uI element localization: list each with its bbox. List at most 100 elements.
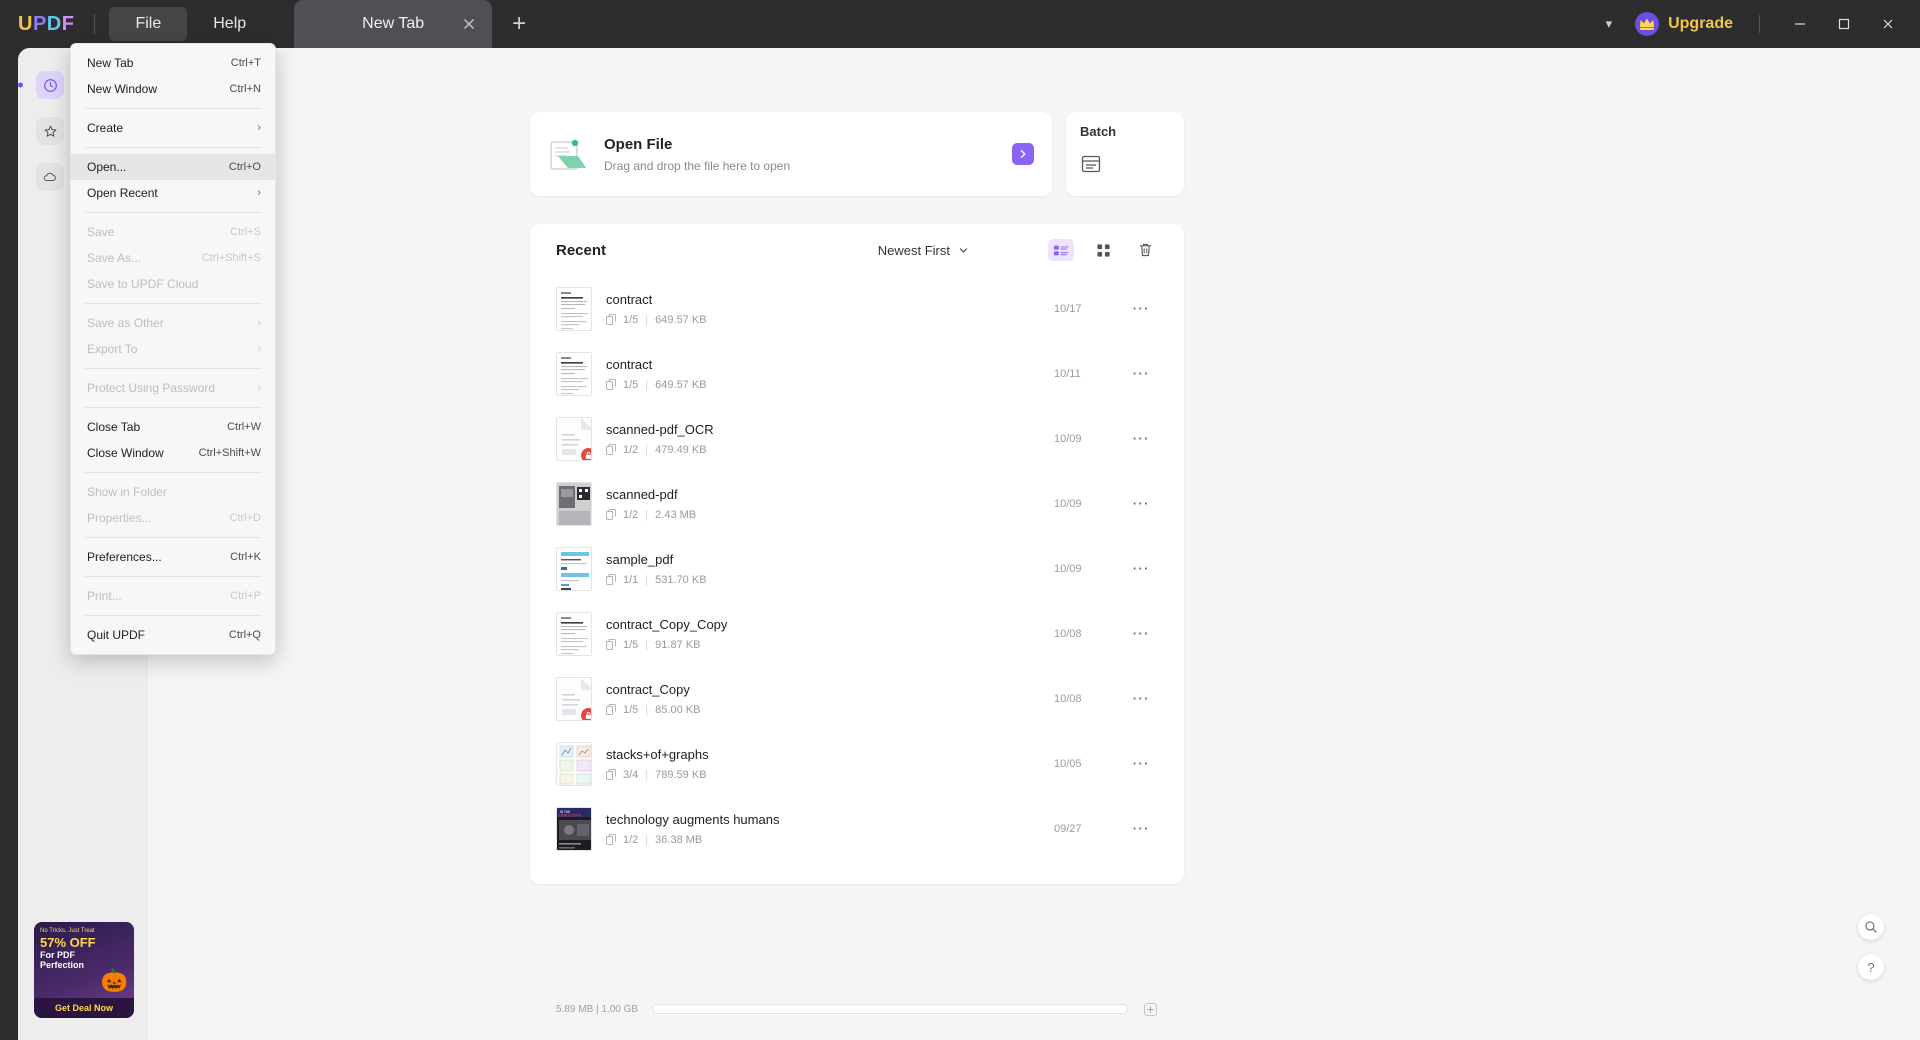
table-row[interactable]: contract 1/5 | 649.57 KB 10/17 ⋯	[556, 276, 1158, 341]
menu-item-label: Quit UPDF	[87, 628, 146, 642]
chevron-right-icon[interactable]	[1012, 143, 1034, 165]
active-indicator	[18, 82, 23, 88]
file-pages: 1/2	[623, 508, 639, 521]
more-options-icon[interactable]: ⋯	[1124, 559, 1158, 579]
file-pages: 1/2	[623, 443, 639, 456]
file-pages: 1/5	[623, 638, 639, 651]
file-size: 531.70 KB	[655, 573, 707, 586]
pages-icon	[606, 769, 616, 780]
upgrade-button[interactable]: Upgrade	[1634, 11, 1741, 37]
help-icon[interactable]: ?	[1858, 954, 1884, 980]
more-options-icon[interactable]: ⋯	[1124, 689, 1158, 709]
menu-item-open-recent[interactable]: Open Recent ›	[71, 180, 275, 206]
floating-action-buttons: ?	[1858, 914, 1884, 980]
menu-item-shortcut: Ctrl+O	[228, 161, 261, 173]
more-options-icon[interactable]: ⋯	[1124, 429, 1158, 449]
new-tab-button[interactable]: +	[512, 12, 526, 36]
promo-line3: For PDF	[40, 949, 75, 960]
file-meta: 1/1 | 531.70 KB	[606, 574, 707, 586]
open-file-card[interactable]: Open File Drag and drop the file here to…	[530, 112, 1052, 196]
lock-icon	[580, 446, 591, 460]
title-bar: UPDF File Help New Tab + ▾ Upgrade	[0, 0, 1920, 48]
menu-item-label: Save As...	[87, 251, 142, 265]
batch-card[interactable]: Batch	[1066, 112, 1184, 196]
menu-help[interactable]: Help	[187, 7, 272, 41]
sort-dropdown[interactable]: Newest First	[878, 243, 968, 258]
logo-letter-p: P	[32, 12, 47, 35]
file-name: sample_pdf	[606, 551, 674, 567]
menu-item-close-window[interactable]: Close Window Ctrl+Shift+W	[71, 440, 275, 466]
table-row[interactable]: contract_Copy_Copy 1/5 | 91.87 KB 10/08 ⋯	[556, 601, 1158, 666]
file-meta: 1/5 | 85.00 KB	[606, 704, 700, 716]
pumpkin-icon: 🎃	[100, 968, 128, 993]
menu-item-print: Print... Ctrl+P	[71, 583, 275, 609]
close-icon[interactable]	[1866, 9, 1910, 39]
file-name: scanned-pdf_OCR	[606, 421, 714, 437]
storage-progress-bar	[652, 1004, 1128, 1014]
file-size: 649.57 KB	[655, 378, 707, 391]
menu-item-create[interactable]: Create ›	[71, 115, 275, 141]
logo-letter-f: F	[61, 12, 75, 35]
menu-item-preferences[interactable]: Preferences... Ctrl+K	[71, 544, 275, 570]
promo-banner[interactable]: No Tricks, Just Treat 57% OFF For PDF Pe…	[34, 922, 134, 1018]
more-options-icon[interactable]: ⋯	[1124, 299, 1158, 319]
minimize-icon[interactable]	[1778, 9, 1822, 39]
menu-item-label: Save	[87, 225, 115, 239]
table-row[interactable]: IN THE DEADLOCKS technology augments human…	[556, 796, 1158, 861]
search-icon[interactable]	[1858, 914, 1884, 940]
menu-item-label: Close Window	[87, 446, 164, 460]
plus-icon[interactable]	[1142, 1001, 1158, 1017]
file-meta: 1/5 | 91.87 KB	[606, 639, 727, 651]
storage-footer: 5.89 MB | 1.00 GB	[530, 996, 1184, 1022]
menu-separator	[85, 407, 261, 408]
table-row[interactable]: sample_pdf 1/1 | 531.70 KB 10/09 ⋯	[556, 536, 1158, 601]
file-pages: 1/5	[623, 703, 639, 716]
tab-new-tab[interactable]: New Tab	[294, 0, 493, 48]
file-date: 10/09	[1054, 497, 1082, 510]
menu-file[interactable]: File	[109, 7, 188, 41]
file-date: 09/27	[1054, 822, 1082, 835]
more-options-icon[interactable]: ⋯	[1124, 494, 1158, 514]
grid-view-icon[interactable]	[1090, 239, 1116, 261]
menu-item-open[interactable]: Open... Ctrl+O	[71, 154, 275, 180]
menu-item-shortcut: Ctrl+W	[227, 421, 261, 433]
menu-item-new-tab[interactable]: New Tab Ctrl+T	[71, 50, 275, 76]
close-icon[interactable]	[460, 15, 478, 33]
clock-icon	[36, 71, 64, 99]
menu-item-label: Save to UPDF Cloud	[87, 277, 199, 291]
file-thumbnail	[556, 676, 592, 721]
pages-icon	[606, 639, 616, 650]
table-row[interactable]: scanned-pdf 1/2 | 2.43 MB 10/09 ⋯	[556, 471, 1158, 536]
file-date: 10/09	[1054, 432, 1082, 445]
list-view-icon[interactable]	[1048, 239, 1074, 261]
file-thumbnail: IN THE DEADLOCKS	[556, 806, 592, 851]
upgrade-label: Upgrade	[1668, 15, 1733, 32]
pages-icon	[606, 704, 616, 715]
table-row[interactable]: contract 1/5 | 649.57 KB 10/11 ⋯	[556, 341, 1158, 406]
menu-item-new-window[interactable]: New Window Ctrl+N	[71, 76, 275, 102]
file-meta: 1/5 | 649.57 KB	[606, 314, 707, 326]
menu-separator	[85, 108, 261, 109]
more-options-icon[interactable]: ⋯	[1124, 754, 1158, 774]
trash-icon[interactable]	[1132, 239, 1158, 261]
table-row[interactable]: scanned-pdf_OCR 1/2 | 479.49 KB 10/09 ⋯	[556, 406, 1158, 471]
more-options-icon[interactable]: ⋯	[1124, 624, 1158, 644]
menu-item-label: Protect Using Password	[87, 381, 216, 395]
table-row[interactable]: stacks+of+graphs 3/4 | 789.59 KB 10/05 ⋯	[556, 731, 1158, 796]
more-options-icon[interactable]: ⋯	[1124, 364, 1158, 384]
menu-item-quit-updf[interactable]: Quit UPDF Ctrl+Q	[71, 622, 275, 648]
lock-icon	[580, 706, 591, 720]
chevron-down-icon[interactable]: ▾	[1584, 16, 1635, 32]
maximize-icon[interactable]	[1822, 9, 1866, 39]
divider	[1759, 15, 1760, 33]
more-options-icon[interactable]: ⋯	[1124, 819, 1158, 839]
table-row[interactable]: contract_Copy 1/5 | 85.00 KB 10/08 ⋯	[556, 666, 1158, 731]
menu-item-save-to-updf-cloud: Save to UPDF Cloud	[71, 271, 275, 297]
file-size: 2.43 MB	[655, 508, 697, 521]
menu-item-label: Properties...	[87, 511, 152, 525]
promo-cta-button[interactable]: Get Deal Now	[34, 998, 134, 1018]
menu-item-close-tab[interactable]: Close Tab Ctrl+W	[71, 414, 275, 440]
logo-letter-d: D	[46, 12, 62, 35]
chevron-right-icon: ›	[257, 343, 261, 355]
menu-item-label: New Tab	[87, 56, 134, 70]
